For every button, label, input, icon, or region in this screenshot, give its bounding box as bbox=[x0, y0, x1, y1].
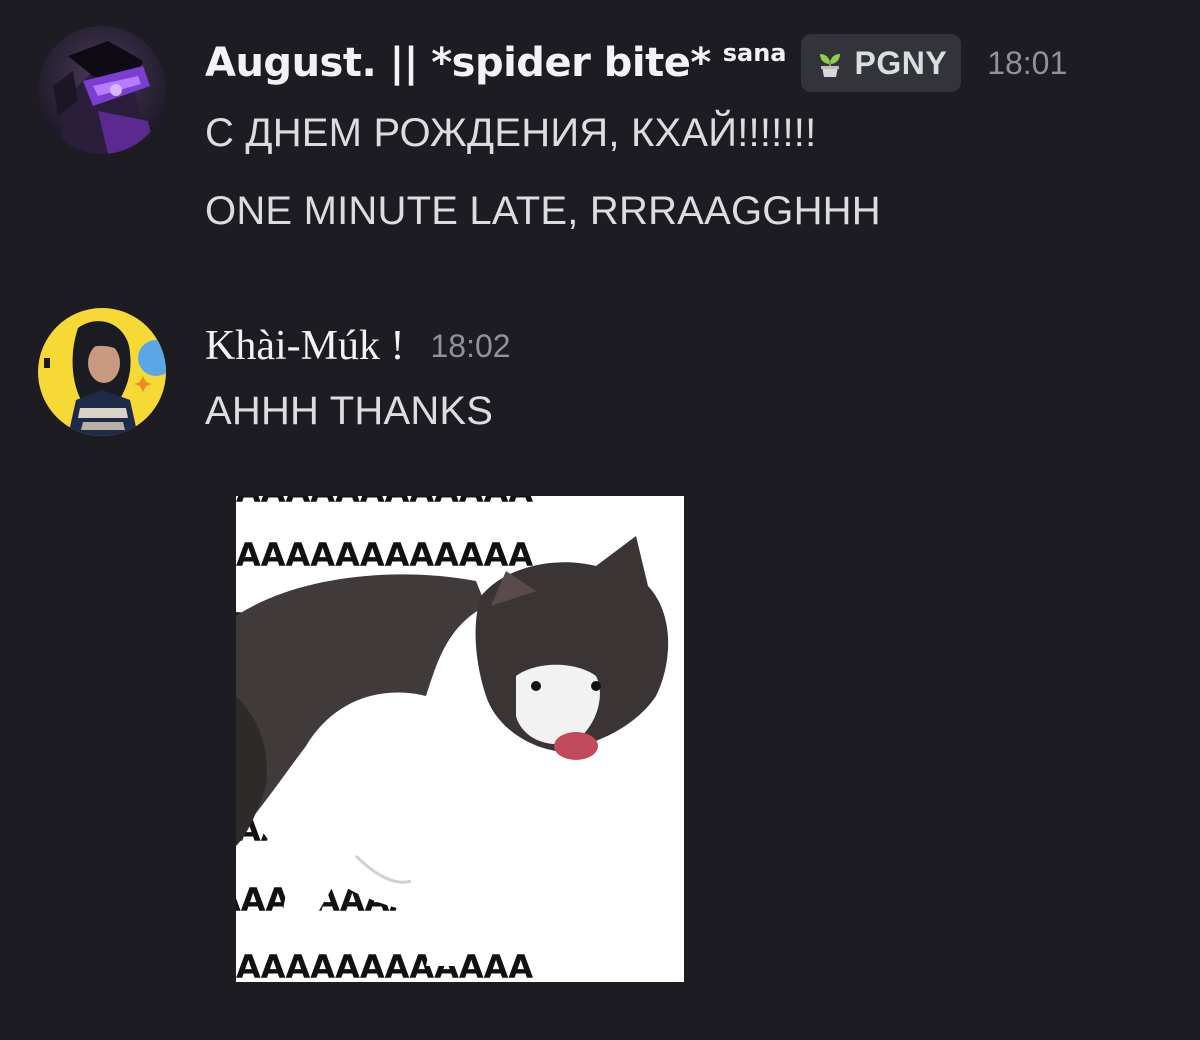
user-tag: sana bbox=[722, 39, 787, 67]
screaming-cat-image: AAAAAAAAAAAA AAAAAAAAAAAA AAAAAAAAAAAA A… bbox=[236, 496, 669, 982]
svg-text:AAAAAAAAAAAA: AAAAAAAAAAAA bbox=[236, 536, 533, 574]
message-line: AHHH THANKS bbox=[205, 389, 494, 433]
message-header: Khài-Múk ! 18:02 bbox=[205, 316, 511, 376]
avatar-khai[interactable] bbox=[38, 308, 166, 436]
message-line: С ДНЕМ РОЖДЕНИЯ, КХАЙ!!!!!!! bbox=[205, 111, 817, 155]
avatar-august[interactable] bbox=[38, 26, 166, 154]
guild-tag-label: PGNY bbox=[854, 44, 948, 81]
timestamp[interactable]: 18:01 bbox=[987, 45, 1067, 82]
sprout-pot-icon bbox=[819, 54, 840, 77]
cat-meme-image[interactable]: AAAAAAAAAAAA AAAAAAAAAAAA AAAAAAAAAAAA A… bbox=[236, 496, 684, 982]
message-line: ONE MINUTE LATE, RRRAAGGHHH bbox=[205, 189, 881, 233]
avatar-image bbox=[38, 308, 166, 436]
svg-text:AAAAAAAAAAAA: AAAAAAAAAAAA bbox=[236, 496, 533, 510]
svg-text:AAAAAAAAAAAA: AAAAAAAAAAAA bbox=[236, 948, 533, 982]
username[interactable]: Khài-Múk ! bbox=[205, 322, 404, 370]
username[interactable]: August. || *spider bite* bbox=[205, 40, 711, 86]
message-header: August. || *spider bite* sana PGNY 18:01 bbox=[205, 33, 1067, 93]
chat-messages: August. || *spider bite* sana PGNY 18:01… bbox=[0, 0, 1200, 1040]
guild-tag-badge[interactable]: PGNY bbox=[800, 34, 962, 92]
timestamp[interactable]: 18:02 bbox=[430, 328, 510, 365]
avatar-image bbox=[38, 26, 166, 154]
